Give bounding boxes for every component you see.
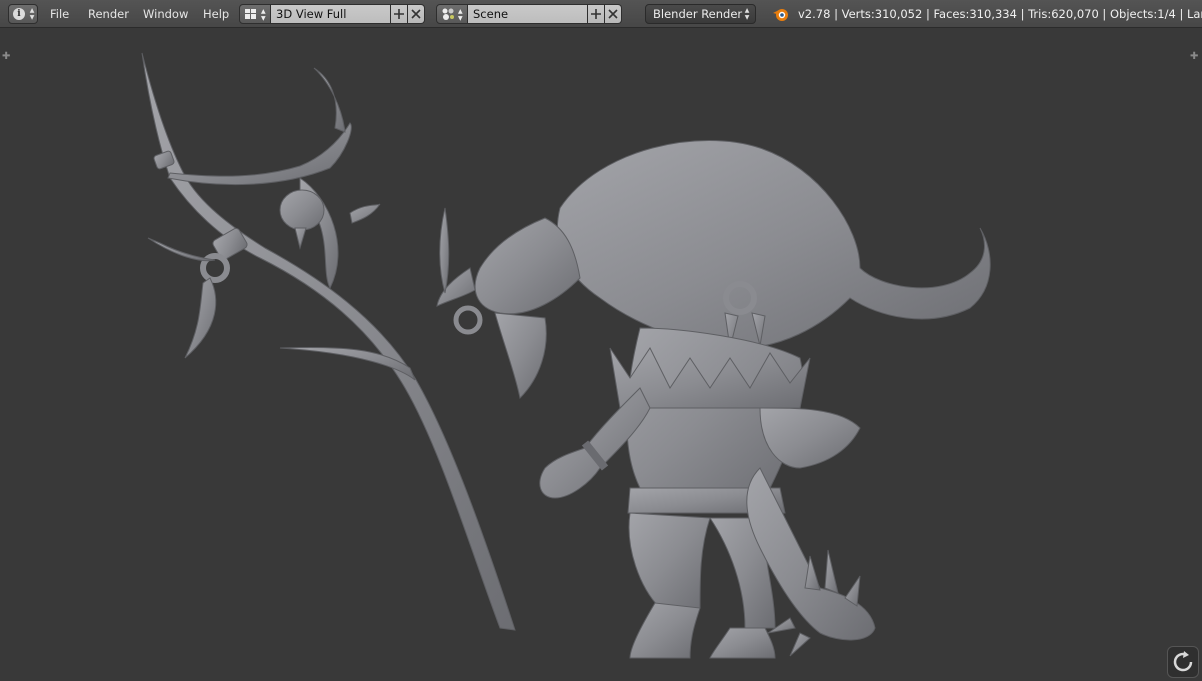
screen-layout-field[interactable]: 3D View Full bbox=[271, 4, 391, 24]
scene-icon[interactable]: ▲ ▼ bbox=[436, 4, 468, 24]
scene-field[interactable]: Scene bbox=[468, 4, 588, 24]
menu-window[interactable]: Window bbox=[143, 0, 188, 28]
header-bar: i ▲ ▼ File Render Window Help ▲ ▼ 3D View… bbox=[0, 0, 1202, 28]
updown-icon: ▲ ▼ bbox=[29, 7, 35, 21]
screen-layout-selector[interactable]: ▲ ▼ 3D View Full bbox=[239, 4, 431, 24]
svg-text:▼: ▼ bbox=[261, 15, 266, 22]
svg-text:▲: ▲ bbox=[458, 8, 463, 15]
editor-type-button[interactable]: i ▲ ▼ bbox=[8, 4, 38, 24]
updown-icon: ▲ ▼ bbox=[744, 7, 750, 21]
menu-file[interactable]: File bbox=[50, 0, 69, 28]
svg-text:▲: ▲ bbox=[261, 8, 266, 15]
menu-render[interactable]: Render bbox=[88, 0, 129, 28]
add-icon[interactable] bbox=[391, 4, 408, 24]
svg-text:▼: ▼ bbox=[458, 15, 463, 22]
info-icon: i bbox=[13, 8, 25, 20]
character-mesh bbox=[436, 140, 991, 659]
scene-statistics: v2.78 | Verts:310,052 | Faces:310,334 | … bbox=[798, 7, 1202, 21]
close-icon[interactable] bbox=[605, 4, 622, 24]
blender-logo-icon bbox=[773, 9, 788, 21]
close-icon[interactable] bbox=[408, 4, 425, 24]
3d-viewport[interactable]: ✚ ✚ bbox=[0, 28, 1202, 681]
screen-layout-icon[interactable]: ▲ ▼ bbox=[239, 4, 271, 24]
3d-model[interactable] bbox=[0, 28, 1202, 681]
add-icon[interactable] bbox=[588, 4, 605, 24]
scene-selector[interactable]: ▲ ▼ Scene bbox=[436, 4, 628, 24]
render-engine-label: Blender Render bbox=[653, 7, 743, 21]
menu-help[interactable]: Help bbox=[203, 0, 229, 28]
rotate-view-icon[interactable] bbox=[1167, 646, 1199, 678]
staff-mesh bbox=[141, 52, 516, 631]
render-engine-dropdown[interactable]: Blender Render ▲ ▼ bbox=[645, 4, 756, 24]
